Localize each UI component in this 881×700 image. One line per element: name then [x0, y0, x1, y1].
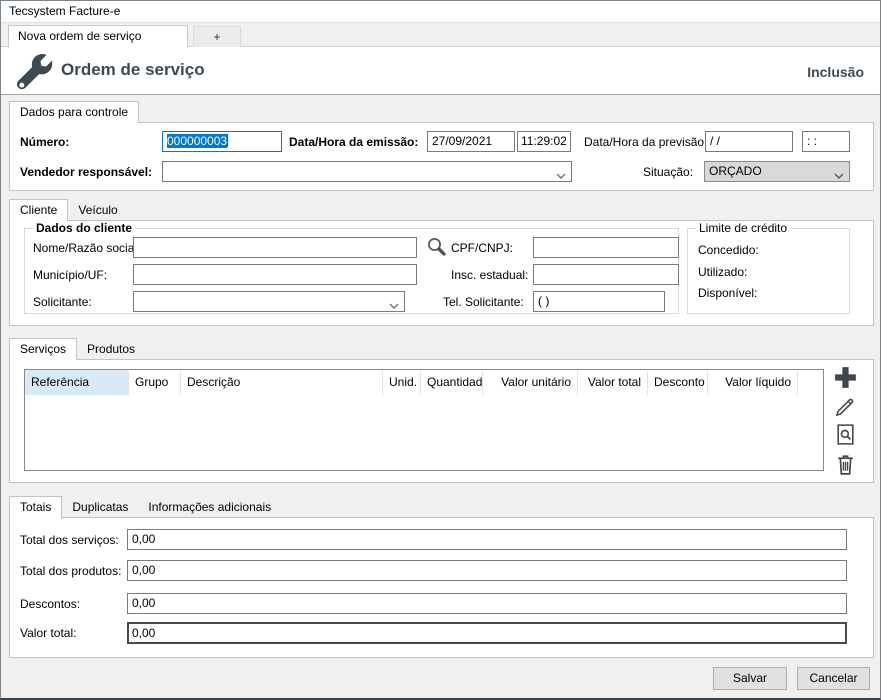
insc-label: Insc. estadual: — [451, 268, 528, 283]
panel-cliente: Dados do cliente Nome/Razão social: CPF/… — [9, 220, 874, 326]
tab-duplicatas[interactable]: Duplicatas — [62, 496, 138, 518]
limite-credito-groupbox: Limite de crédito Concedido: Utilizado: … — [687, 228, 850, 314]
cancel-button[interactable]: Cancelar — [797, 667, 870, 690]
app-window: Tecsystem Facture-e Nova ordem de serviç… — [0, 0, 881, 700]
numero-label: Número: — [20, 135, 69, 150]
edit-item-icon[interactable] — [833, 394, 861, 420]
tab-cliente[interactable]: Cliente — [9, 199, 68, 221]
situacao-select[interactable]: ORÇADO — [704, 161, 850, 182]
col-quantidade[interactable]: Quantidade — [421, 370, 483, 395]
chevron-down-icon — [834, 169, 844, 182]
tel-input[interactable]: ( ) — [533, 291, 665, 312]
emissao-date-input[interactable]: 27/09/2021 — [427, 131, 515, 152]
section-totais: Totais Duplicatas Informações adicionais… — [9, 496, 874, 658]
nome-label: Nome/Razão social: — [33, 241, 140, 256]
col-valor-unitario[interactable]: Valor unitário — [483, 370, 578, 395]
document-tabstrip: Nova ordem de serviço + — [1, 23, 880, 47]
page-header: Ordem de serviço Inclusão — [1, 47, 880, 95]
panel-dados-controle: Número: 000000003 Data/Hora da emissão: … — [9, 122, 874, 191]
concedido-label: Concedido: — [698, 243, 759, 258]
cpf-label: CPF/CNPJ: — [451, 241, 513, 256]
section-dados-controle: Dados para controle Número: 000000003 Da… — [9, 101, 874, 191]
col-grupo[interactable]: Grupo — [129, 370, 181, 395]
save-button[interactable]: Salvar — [713, 667, 787, 690]
numero-input[interactable]: 000000003 — [162, 131, 282, 152]
emissao-label: Data/Hora da emissão: — [289, 135, 418, 150]
tel-label: Tel. Solicitante: — [443, 295, 524, 310]
mode-badge: Inclusão — [807, 64, 864, 80]
add-tab-button[interactable]: + — [193, 26, 241, 47]
col-filler — [798, 370, 823, 395]
solicitante-select[interactable] — [133, 291, 405, 312]
previsao-date-input[interactable]: / / — [705, 131, 793, 152]
municipio-label: Município/UF: — [33, 268, 107, 283]
total-produtos-input[interactable]: 0,00 — [127, 560, 847, 581]
solicitante-label: Solicitante: — [33, 295, 92, 310]
tab-nova-ordem[interactable]: Nova ordem de serviço — [8, 25, 188, 48]
vendedor-select[interactable] — [162, 161, 572, 182]
total-servicos-label: Total dos serviços: — [20, 533, 119, 548]
section-cliente: Cliente Veículo Dados do cliente Nome/Ra… — [9, 199, 874, 326]
tab-totais[interactable]: Totais — [9, 496, 62, 518]
section-itens: Serviços Produtos Referência Grupo Descr… — [9, 338, 874, 483]
chevron-down-icon — [389, 299, 399, 312]
nome-input[interactable] — [133, 237, 417, 258]
limite-title: Limite de crédito — [696, 221, 790, 235]
total-produtos-label: Total dos produtos: — [20, 564, 121, 579]
panel-itens: Referência Grupo Descrição Unid. Quantid… — [9, 359, 874, 483]
previsao-time-input[interactable]: : : — [802, 131, 850, 152]
descontos-label: Descontos: — [20, 597, 80, 612]
col-valor-total[interactable]: Valor total — [578, 370, 648, 395]
tab-dados-para-controle[interactable]: Dados para controle — [9, 101, 139, 123]
itens-grid: Referência Grupo Descrição Unid. Quantid… — [24, 369, 824, 471]
dados-cliente-title: Dados do cliente — [33, 221, 135, 235]
grid-body-empty[interactable] — [25, 395, 823, 470]
tab-servicos[interactable]: Serviços — [9, 338, 77, 360]
situacao-label: Situação: — [643, 165, 693, 180]
disponivel-label: Disponível: — [698, 286, 757, 301]
col-referencia[interactable]: Referência — [25, 370, 129, 395]
previsao-label: Data/Hora da previsão: — [584, 135, 707, 150]
vendedor-label: Vendedor responsável: — [20, 165, 152, 180]
grid-header: Referência Grupo Descrição Unid. Quantid… — [25, 370, 823, 395]
utilizado-label: Utilizado: — [698, 265, 747, 280]
valor-total-label: Valor total: — [20, 626, 76, 641]
descontos-input[interactable]: 0,00 — [127, 593, 847, 614]
panel-totais: Total dos serviços: 0,00 Total dos produ… — [9, 517, 874, 658]
valor-total-input[interactable]: 0,00 — [127, 622, 847, 644]
search-client-icon[interactable] — [425, 235, 449, 259]
delete-item-icon[interactable] — [833, 452, 861, 478]
col-valor-liquido[interactable]: Valor líquido — [708, 370, 798, 395]
col-descricao[interactable]: Descrição — [181, 370, 383, 395]
window-title: Tecsystem Facture-e — [1, 1, 880, 23]
chevron-down-icon — [556, 169, 566, 182]
emissao-time-input[interactable]: 11:29:02 — [517, 131, 571, 152]
col-desconto[interactable]: Desconto — [648, 370, 708, 395]
col-unid[interactable]: Unid. — [383, 370, 421, 395]
cpf-input[interactable] — [533, 237, 679, 258]
dados-cliente-groupbox: Dados do cliente Nome/Razão social: CPF/… — [24, 228, 679, 314]
add-item-icon[interactable] — [832, 364, 860, 390]
total-servicos-input[interactable]: 0,00 — [127, 529, 847, 550]
insc-input[interactable] — [533, 264, 679, 285]
tab-produtos[interactable]: Produtos — [77, 338, 145, 360]
tab-veiculo[interactable]: Veículo — [68, 199, 127, 221]
wrench-icon — [17, 54, 53, 90]
municipio-input[interactable] — [133, 264, 417, 285]
preview-item-icon[interactable] — [833, 422, 861, 448]
page-title: Ordem de serviço — [61, 60, 205, 80]
tab-informacoes-adicionais[interactable]: Informações adicionais — [138, 496, 281, 518]
